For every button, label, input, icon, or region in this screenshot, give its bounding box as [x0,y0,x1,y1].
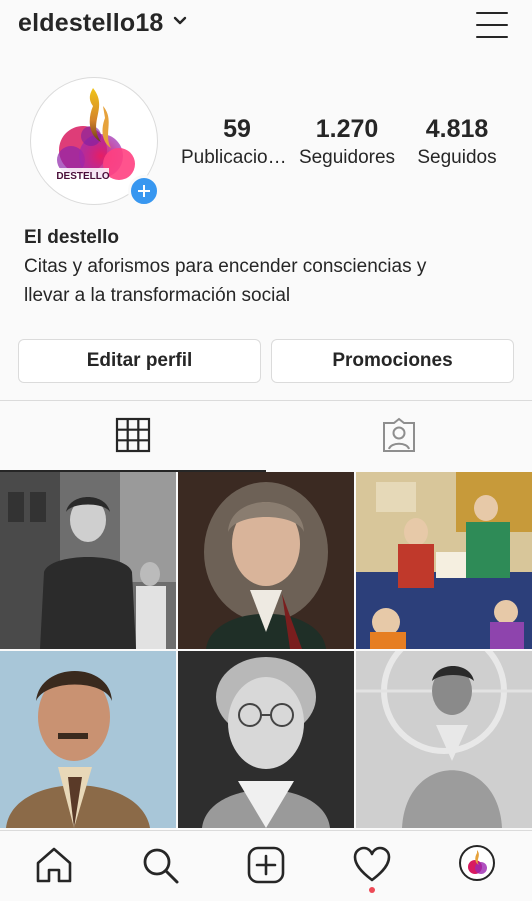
followers-label: Seguidores [298,147,396,168]
home-icon[interactable] [34,845,74,885]
following-label: Seguidos [417,147,497,168]
profile-name: El destello [24,227,120,248]
following-count: 4.818 [425,115,489,143]
woman-outdoors-photo [356,651,532,828]
post-thumbnail[interactable] [178,472,354,649]
man-in-wig-portrait [178,472,354,649]
stat-following[interactable]: 4.818 Seguidos [401,113,513,171]
tab-tagged[interactable] [266,401,532,470]
avatar-logo-text: DESTELLO [56,171,110,182]
posts-label: Publicaciones [181,147,293,168]
add-story-icon[interactable] [128,175,160,207]
grid-icon [115,417,151,453]
bio-line-2: llevar a la transformación social [24,285,291,306]
new-post-icon[interactable] [246,845,286,885]
top-bar: eldestello18 [0,0,532,52]
post-thumbnail[interactable] [0,472,176,649]
activity-icon[interactable] [352,845,392,885]
profile-avatar-container[interactable]: DESTELLO [30,77,160,207]
chevron-down-icon[interactable] [172,13,188,29]
notification-dot [369,887,375,893]
bottom-nav [0,830,532,901]
tab-grid[interactable] [0,401,266,472]
followers-count: 1.270 [315,115,379,143]
persian-miniature-painting [356,472,532,649]
username[interactable]: eldestello18 [18,9,164,38]
profile-bio: El destello Citas y aforismos para encen… [24,223,514,310]
profile-avatar-nav[interactable] [459,845,495,881]
menu-icon[interactable] [476,12,510,38]
woman-in-workwear-photo [0,472,176,649]
elderly-woman-glasses-photo [178,651,354,828]
post-thumbnail[interactable] [356,651,532,828]
stat-posts[interactable]: 59 Publicaciones [181,113,293,171]
stat-followers[interactable]: 1.270 Seguidores [291,113,403,171]
man-with-mustache-portrait [0,651,176,828]
posts-grid [0,472,532,830]
bio-line-1: Citas y aforismos para encender conscien… [24,256,427,277]
post-thumbnail[interactable] [0,651,176,828]
promotions-button[interactable]: Promociones [271,339,514,383]
profile-tabs [0,400,532,472]
search-icon[interactable] [140,845,180,885]
tagged-person-icon [383,417,415,452]
posts-count: 59 [223,115,251,143]
post-thumbnail[interactable] [178,651,354,828]
post-thumbnail[interactable] [356,472,532,649]
edit-profile-button[interactable]: Editar perfil [18,339,261,383]
